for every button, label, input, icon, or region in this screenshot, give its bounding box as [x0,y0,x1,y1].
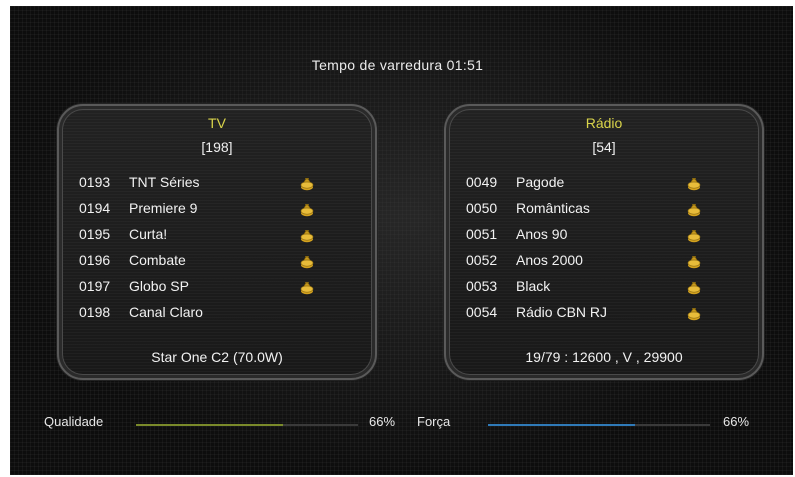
tv-panel-title: TV [208,115,226,131]
scrambled-coin-icon [686,201,702,217]
channel-row[interactable]: 0050 Românticas [446,194,762,220]
strength-label: Força [417,414,451,429]
channel-number: 0195 [79,226,111,242]
channel-name: Premiere 9 [129,200,198,216]
channel-name: TNT Séries [129,174,200,190]
channel-name: Anos 2000 [516,252,583,268]
radio-panel-title: Rádio [585,115,623,131]
channel-name: Pagode [516,174,565,190]
scrambled-coin-icon [299,175,315,191]
tv-channel-list: 0193 TNT Séries 0194 Premiere 9 0195 Curta! 01… [59,168,375,324]
channel-number: 0198 [79,304,111,320]
channel-row[interactable]: 0196 Combate [59,246,375,272]
channel-name: Curta! [129,226,168,242]
channel-number: 0051 [466,226,498,242]
channel-number: 0197 [79,278,111,294]
channel-number: 0196 [79,252,111,268]
radio-channel-list: 0049 Pagode 0050 Românticas 0051 Anos 90 0052 A… [446,168,762,324]
channel-row[interactable]: 0053 Black [446,272,762,298]
channel-row[interactable]: 0195 Curta! [59,220,375,246]
quality-value: 66% [369,414,396,429]
channel-row[interactable]: 0193 TNT Séries [59,168,375,194]
channel-number: 0054 [466,304,498,320]
channel-row[interactable]: 0198 Canal Claro [59,298,375,324]
scrambled-coin-icon [686,305,702,321]
channel-name: Rádio CBN RJ [516,304,608,320]
channel-name: Canal Claro [129,304,203,320]
channel-number: 0049 [466,174,498,190]
tv-channel-count: [198] [201,139,233,155]
channel-row[interactable]: 0051 Anos 90 [446,220,762,246]
channel-name: Globo SP [129,278,189,294]
tv-channel-panel: TV [198] 0193 TNT Séries 0194 Premiere 9 019… [57,104,377,380]
channel-row[interactable]: 0194 Premiere 9 [59,194,375,220]
channel-name: Black [516,278,551,294]
channel-number: 0194 [79,200,111,216]
scrambled-coin-icon [299,253,315,269]
quality-label: Qualidade [44,414,104,429]
channel-row[interactable]: 0049 Pagode [446,168,762,194]
scrambled-coin-icon [686,279,702,295]
channel-number: 0053 [466,278,498,294]
strength-meter [488,424,710,426]
strength-meter-fill [488,424,635,426]
channel-number: 0193 [79,174,111,190]
channel-name: Românticas [516,200,590,216]
scrambled-coin-icon [686,253,702,269]
channel-row[interactable]: 0054 Rádio CBN RJ [446,298,762,324]
scrambled-coin-icon [686,227,702,243]
scrambled-coin-icon [299,279,315,295]
channel-number: 0050 [466,200,498,216]
channel-name: Anos 90 [516,226,568,242]
scrambled-coin-icon [299,227,315,243]
channel-number: 0052 [466,252,498,268]
radio-channel-count: [54] [592,139,616,155]
scrambled-coin-icon [299,201,315,217]
quality-meter-fill [136,424,283,426]
scan-time-label: Tempo de varredura 01:51 [311,57,484,73]
transponder-label: 19/79 : 12600 , V , 29900 [525,349,683,365]
quality-meter [136,424,358,426]
satellite-label: Star One C2 (70.0W) [151,349,283,365]
channel-row[interactable]: 0197 Globo SP [59,272,375,298]
scrambled-coin-icon [686,175,702,191]
channel-name: Combate [129,252,186,268]
strength-value: 66% [723,414,750,429]
channel-row[interactable]: 0052 Anos 2000 [446,246,762,272]
radio-channel-panel: Rádio [54] 0049 Pagode 0050 Românticas 0051 A… [444,104,764,380]
